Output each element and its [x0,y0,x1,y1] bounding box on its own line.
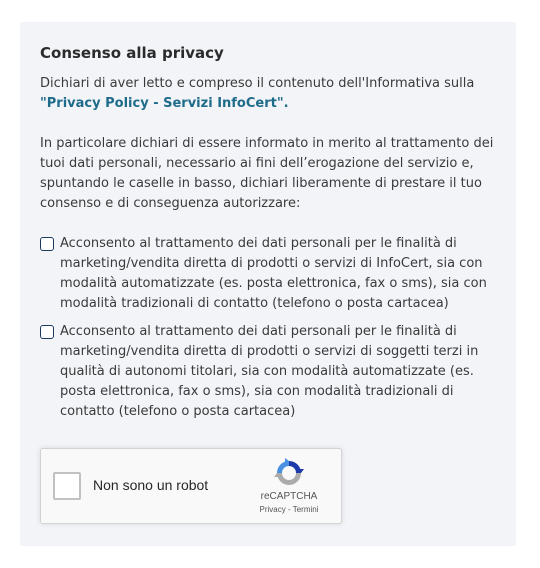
recaptcha-checkbox[interactable] [53,472,81,500]
recaptcha-privacy-link[interactable]: Privacy [260,505,286,514]
consent-item-third-party-marketing[interactable]: Acconsento al trattamento dei dati perso… [40,322,496,422]
recaptcha-terms-link[interactable]: Termini [293,505,319,514]
recaptcha-terms-separator: - [285,505,293,514]
privacy-detail-text: In particolare dichiari di essere inform… [40,136,494,211]
privacy-intro: Dichiari di aver letto e compreso il con… [40,74,496,114]
recaptcha-terms: Privacy - Termini [249,505,329,515]
consent-list: Acconsento al trattamento dei dati perso… [40,234,496,422]
privacy-policy-link[interactable]: "Privacy Policy - Servizi InfoCert". [40,96,289,111]
privacy-intro-text: Dichiari di aver letto e compreso il con… [40,76,475,91]
consent-label-infocert-marketing: Acconsento al trattamento dei dati perso… [60,236,487,311]
consent-checkbox-infocert-marketing[interactable] [40,237,54,251]
recaptcha-label: Non sono un robot [93,477,209,493]
privacy-title: Consenso alla privacy [40,44,224,62]
recaptcha-brand: reCAPTCHA [260,491,318,502]
privacy-consent-panel: Consenso alla privacy Dichiari di aver l… [20,22,516,546]
recaptcha-logo-icon [274,458,304,485]
consent-label-third-party-marketing: Acconsento al trattamento dei dati perso… [60,324,479,419]
recaptcha-logo: reCAPTCHA Privacy - Termini [249,457,329,515]
recaptcha-widget: Non sono un robot reCAPTCHA Privacy - Te… [40,448,342,524]
consent-item-infocert-marketing[interactable]: Acconsento al trattamento dei dati perso… [40,234,496,314]
consent-checkbox-third-party-marketing[interactable] [40,325,54,339]
